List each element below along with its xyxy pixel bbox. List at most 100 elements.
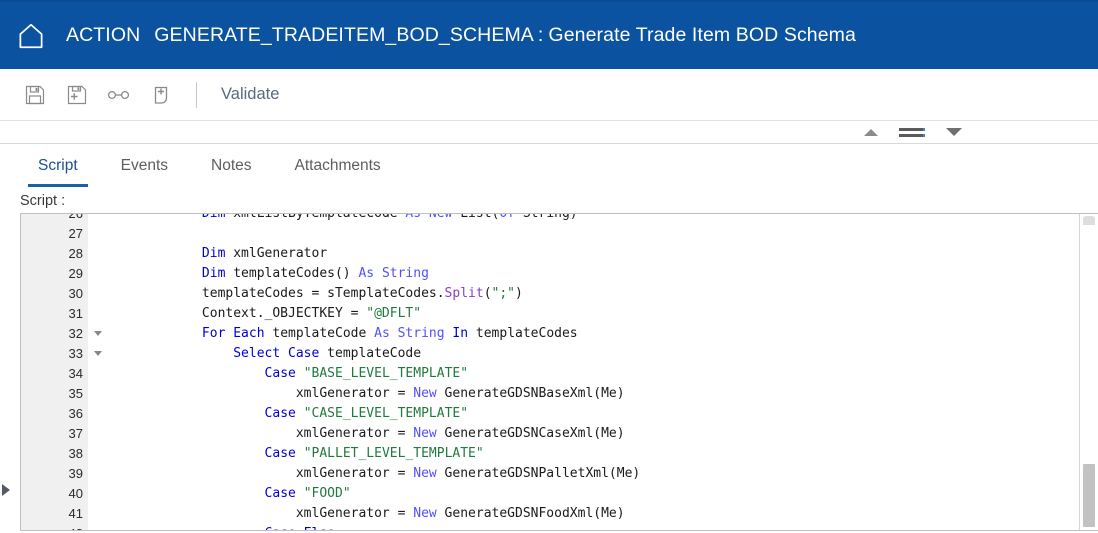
line-number: 31 (21, 304, 88, 324)
code-text[interactable]: Dim xmlGenerator (104, 244, 1080, 264)
triangle-down-icon[interactable] (946, 128, 962, 136)
line-number: 36 (21, 404, 88, 424)
code-line[interactable]: 37 xmlGenerator = New GenerateGDSNCaseXm… (21, 424, 1080, 444)
editor-viewport: 26 Dim xmlListByTemplateCode As New List… (21, 214, 1080, 530)
toolbar: Validate (0, 69, 1098, 121)
code-line[interactable]: 30 templateCodes = sTemplateCodes.Split(… (21, 284, 1080, 304)
gutter-spacer (88, 244, 104, 264)
header-separator: : (537, 24, 544, 46)
code-text[interactable]: Case "FOOD" (104, 484, 1080, 504)
header-action-word: ACTION (66, 24, 141, 46)
code-text[interactable]: Case Else (104, 524, 1080, 530)
line-number: 30 (21, 284, 88, 304)
line-number: 28 (21, 244, 88, 264)
new-icon (154, 86, 168, 104)
gutter-spacer (88, 484, 104, 504)
gutter-spacer (88, 214, 104, 224)
key-button[interactable] (98, 78, 140, 112)
fold-triangle-icon[interactable] (94, 331, 102, 336)
script-editor[interactable]: 26 Dim xmlListByTemplateCode As New List… (20, 213, 1098, 531)
code-line[interactable]: 38 Case "PALLET_LEVEL_TEMPLATE" (21, 444, 1080, 464)
code-line[interactable]: 36 Case "CASE_LEVEL_TEMPLATE" (21, 404, 1080, 424)
resize-grip-icon[interactable] (899, 127, 925, 137)
code-line[interactable]: 31 Context._OBJECTKEY = "@DFLT" (21, 304, 1080, 324)
gutter-spacer (88, 424, 104, 444)
code-line[interactable]: 40 Case "FOOD" (21, 484, 1080, 504)
code-line[interactable]: 29 Dim templateCodes() As String (21, 264, 1080, 284)
header-action-code: GENERATE_TRADEITEM_BOD_SCHEMA (154, 24, 534, 46)
vertical-scrollbar[interactable] (1079, 214, 1098, 530)
left-panel-expander-icon[interactable] (2, 484, 12, 496)
app-header: ACTION GENERATE_TRADEITEM_BOD_SCHEMA : G… (0, 0, 1098, 69)
panel-control-group (864, 121, 962, 143)
code-line[interactable]: 34 Case "BASE_LEVEL_TEMPLATE" (21, 364, 1080, 384)
code-line[interactable]: 28 Dim xmlGenerator (21, 244, 1080, 264)
line-number: 32 (21, 324, 102, 344)
code-line[interactable]: 41 xmlGenerator = New GenerateGDSNFoodXm… (21, 504, 1080, 524)
scrollbar-thumb[interactable] (1083, 463, 1095, 527)
scrollbar-top-cap (1083, 216, 1095, 225)
code-line[interactable]: 32 For Each templateCode As String In te… (21, 324, 1080, 344)
gutter-spacer (88, 284, 104, 304)
script-section-label: Script : (20, 193, 66, 209)
line-number: 42 (21, 524, 88, 530)
home-icon[interactable] (16, 21, 46, 51)
triangle-up-icon[interactable] (864, 128, 878, 136)
line-number: 40 (21, 484, 88, 504)
code-text[interactable]: xmlGenerator = New GenerateGDSNCaseXml(M… (104, 424, 1080, 444)
line-number: 35 (21, 384, 88, 404)
line-number: 39 (21, 464, 88, 484)
code-text[interactable]: Select Case templateCode (104, 344, 1080, 364)
line-number: 33 (21, 344, 102, 364)
code-text[interactable]: Dim templateCodes() As String (104, 264, 1080, 284)
gutter-spacer (88, 304, 104, 324)
gutter-spacer (88, 364, 104, 384)
line-number: 37 (21, 424, 88, 444)
gutter-spacer (88, 444, 104, 464)
line-number: 27 (21, 224, 88, 244)
code-text[interactable]: xmlGenerator = New GenerateGDSNPalletXml… (104, 464, 1080, 484)
code-text[interactable]: xmlGenerator = New GenerateGDSNBaseXml(M… (104, 384, 1080, 404)
gutter-spacer (88, 404, 104, 424)
tab-events[interactable]: Events (105, 144, 184, 187)
code-text[interactable]: Case "BASE_LEVEL_TEMPLATE" (104, 364, 1080, 384)
tab-bar: Script Events Notes Attachments (0, 144, 1098, 187)
code-text[interactable]: Dim xmlListByTemplateCode As New List(Of… (104, 214, 1080, 224)
code-text[interactable]: For Each templateCode As String In templ… (104, 324, 1080, 344)
line-number: 29 (21, 264, 88, 284)
gutter-spacer (88, 264, 104, 284)
save-as-button[interactable] (56, 78, 98, 112)
toolbar-divider (196, 81, 197, 108)
gutter-spacer (88, 464, 104, 484)
line-number: 38 (21, 444, 88, 464)
code-line[interactable]: 27 (21, 224, 1080, 244)
code-text[interactable] (104, 224, 1080, 244)
validate-button[interactable]: Validate (215, 81, 285, 108)
tab-script[interactable]: Script (22, 144, 94, 187)
code-line[interactable]: 26 Dim xmlListByTemplateCode As New List… (21, 214, 1080, 224)
line-number: 26 (21, 214, 88, 224)
line-number: 41 (21, 504, 88, 524)
fold-triangle-icon[interactable] (94, 351, 102, 356)
gutter-spacer (88, 384, 104, 404)
gutter-spacer (88, 524, 104, 530)
panel-control-strip (0, 121, 1098, 144)
tab-notes[interactable]: Notes (195, 144, 268, 187)
code-line[interactable]: 33 Select Case templateCode (21, 344, 1080, 364)
save-button[interactable] (14, 78, 56, 112)
code-text[interactable]: xmlGenerator = New GenerateGDSNFoodXml(M… (104, 504, 1080, 524)
save-icon (25, 85, 45, 104)
code-table: 26 Dim xmlListByTemplateCode As New List… (21, 214, 1080, 530)
code-line[interactable]: 42 Case Else (21, 524, 1080, 530)
new-button[interactable] (140, 78, 182, 112)
line-number: 34 (21, 364, 88, 384)
tab-attachments[interactable]: Attachments (279, 144, 397, 187)
save-as-icon (67, 85, 87, 104)
code-text[interactable]: Case "PALLET_LEVEL_TEMPLATE" (104, 444, 1080, 464)
code-text[interactable]: templateCodes = sTemplateCodes.Split(";"… (104, 284, 1080, 304)
code-line[interactable]: 39 xmlGenerator = New GenerateGDSNPallet… (21, 464, 1080, 484)
gutter-spacer (88, 504, 104, 524)
code-text[interactable]: Case "CASE_LEVEL_TEMPLATE" (104, 404, 1080, 424)
code-line[interactable]: 35 xmlGenerator = New GenerateGDSNBaseXm… (21, 384, 1080, 404)
code-text[interactable]: Context._OBJECTKEY = "@DFLT" (104, 304, 1080, 324)
